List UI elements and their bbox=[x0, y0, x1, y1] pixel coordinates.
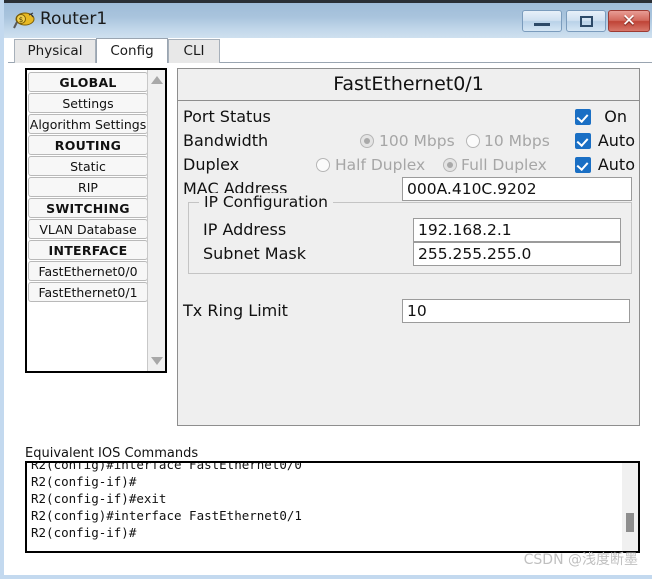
bandwidth-10mbps-radio[interactable] bbox=[466, 134, 480, 148]
minimize-icon bbox=[534, 23, 550, 26]
sidebar-item-fastethernet0-1[interactable]: FastEthernet0/1 bbox=[28, 282, 148, 302]
tx-ring-limit-row: Tx Ring Limit 10 bbox=[178, 299, 639, 323]
duplex-half-radio[interactable] bbox=[316, 158, 330, 172]
port-status-row: Port Status On bbox=[178, 105, 639, 129]
router-config-window: $ Router1 ✕ Physical Config CLI GLOBAL S… bbox=[0, 0, 652, 579]
ip-address-input[interactable]: 192.168.2.1 bbox=[413, 218, 621, 242]
sidebar-item-settings[interactable]: Settings bbox=[28, 93, 148, 113]
port-status-checkbox[interactable] bbox=[575, 109, 591, 125]
svg-text:$: $ bbox=[19, 16, 23, 24]
sidebar-item-global[interactable]: GLOBAL bbox=[28, 72, 148, 92]
ip-configuration-group: IP Configuration IP Address 192.168.2.1 … bbox=[188, 193, 632, 274]
subnet-mask-label: Subnet Mask bbox=[203, 244, 307, 263]
tab-cli[interactable]: CLI bbox=[168, 39, 220, 63]
maximize-button[interactable] bbox=[566, 10, 606, 32]
tab-config[interactable]: Config bbox=[96, 38, 168, 63]
title-bar: $ Router1 ✕ bbox=[4, 0, 652, 38]
bandwidth-label: Bandwidth bbox=[183, 131, 269, 150]
bandwidth-10mbps-label: 10 Mbps bbox=[484, 132, 550, 150]
tx-ring-limit-label: Tx Ring Limit bbox=[183, 301, 288, 320]
port-status-on-label: On bbox=[604, 107, 627, 126]
ip-address-row: IP Address 192.168.2.1 bbox=[189, 218, 631, 242]
subnet-mask-row: Subnet Mask 255.255.255.0 bbox=[189, 242, 631, 266]
content-area: GLOBAL Settings Algorithm Settings ROUTI… bbox=[8, 63, 652, 575]
bandwidth-auto-label: Auto bbox=[597, 131, 635, 150]
ip-configuration-title: IP Configuration bbox=[199, 193, 333, 211]
ios-console-scroll-thumb[interactable] bbox=[626, 513, 634, 532]
bandwidth-row: Bandwidth 100 Mbps 10 Mbps Auto bbox=[178, 129, 639, 153]
duplex-row: Duplex Half Duplex Full Duplex Auto bbox=[178, 153, 639, 177]
mac-address-input[interactable]: 000A.410C.9202 bbox=[402, 177, 632, 201]
minimize-button[interactable] bbox=[522, 10, 562, 32]
maximize-icon bbox=[580, 16, 593, 27]
duplex-full-radio[interactable] bbox=[443, 158, 457, 172]
duplex-auto-checkbox[interactable] bbox=[575, 157, 591, 173]
panel-title: FastEthernet0/1 bbox=[178, 69, 639, 101]
bandwidth-100mbps-radio[interactable] bbox=[360, 134, 374, 148]
ip-address-label: IP Address bbox=[203, 220, 287, 239]
sidebar-item-switching[interactable]: SWITCHING bbox=[28, 198, 148, 218]
equivalent-ios-commands-label: Equivalent IOS Commands bbox=[25, 446, 199, 461]
port-status-label: Port Status bbox=[183, 107, 271, 126]
sidebar-item-algorithm-settings[interactable]: Algorithm Settings bbox=[28, 114, 148, 134]
duplex-half-label: Half Duplex bbox=[335, 156, 426, 174]
sidebar-item-list: GLOBAL Settings Algorithm Settings ROUTI… bbox=[27, 70, 149, 371]
watermark-text: CSDN @浅度断墨 bbox=[523, 552, 638, 568]
window-title: Router1 bbox=[40, 9, 108, 29]
duplex-full-label: Full Duplex bbox=[461, 156, 547, 174]
bandwidth-auto-checkbox[interactable] bbox=[575, 133, 591, 149]
tab-physical[interactable]: Physical bbox=[14, 39, 96, 63]
sidebar-item-static[interactable]: Static bbox=[28, 156, 148, 176]
close-button[interactable]: ✕ bbox=[608, 10, 650, 32]
subnet-mask-input[interactable]: 255.255.255.0 bbox=[413, 242, 621, 266]
sidebar-item-fastethernet0-0[interactable]: FastEthernet0/0 bbox=[28, 261, 148, 281]
sidebar-item-interface[interactable]: INTERFACE bbox=[28, 240, 148, 260]
sidebar-scrollbar[interactable] bbox=[147, 70, 165, 371]
ios-command-lines: R2(config)#interface FastEthernet0/0 R2(… bbox=[31, 461, 302, 540]
sidebar-item-vlan-database[interactable]: VLAN Database bbox=[28, 219, 148, 239]
router-icon: $ bbox=[13, 12, 35, 29]
tab-strip: Physical Config CLI bbox=[8, 38, 652, 63]
interface-config-panel: FastEthernet0/1 Port Status On Bandwidth… bbox=[177, 68, 640, 426]
close-icon: ✕ bbox=[621, 11, 637, 31]
equivalent-ios-commands-console[interactable]: R2(config)#interface FastEthernet0/0 R2(… bbox=[25, 461, 640, 553]
duplex-label: Duplex bbox=[183, 155, 240, 174]
tx-ring-limit-input[interactable]: 10 bbox=[402, 299, 630, 323]
sidebar-item-routing[interactable]: ROUTING bbox=[28, 135, 148, 155]
sidebar-item-rip[interactable]: RIP bbox=[28, 177, 148, 197]
scroll-down-arrow-icon[interactable] bbox=[151, 357, 163, 365]
duplex-auto-label: Auto bbox=[597, 155, 635, 174]
config-tree-sidebar: GLOBAL Settings Algorithm Settings ROUTI… bbox=[25, 68, 167, 373]
bandwidth-100mbps-label: 100 Mbps bbox=[379, 132, 455, 150]
scroll-up-arrow-icon[interactable] bbox=[151, 76, 163, 84]
ios-console-scrollbar[interactable] bbox=[622, 463, 638, 551]
